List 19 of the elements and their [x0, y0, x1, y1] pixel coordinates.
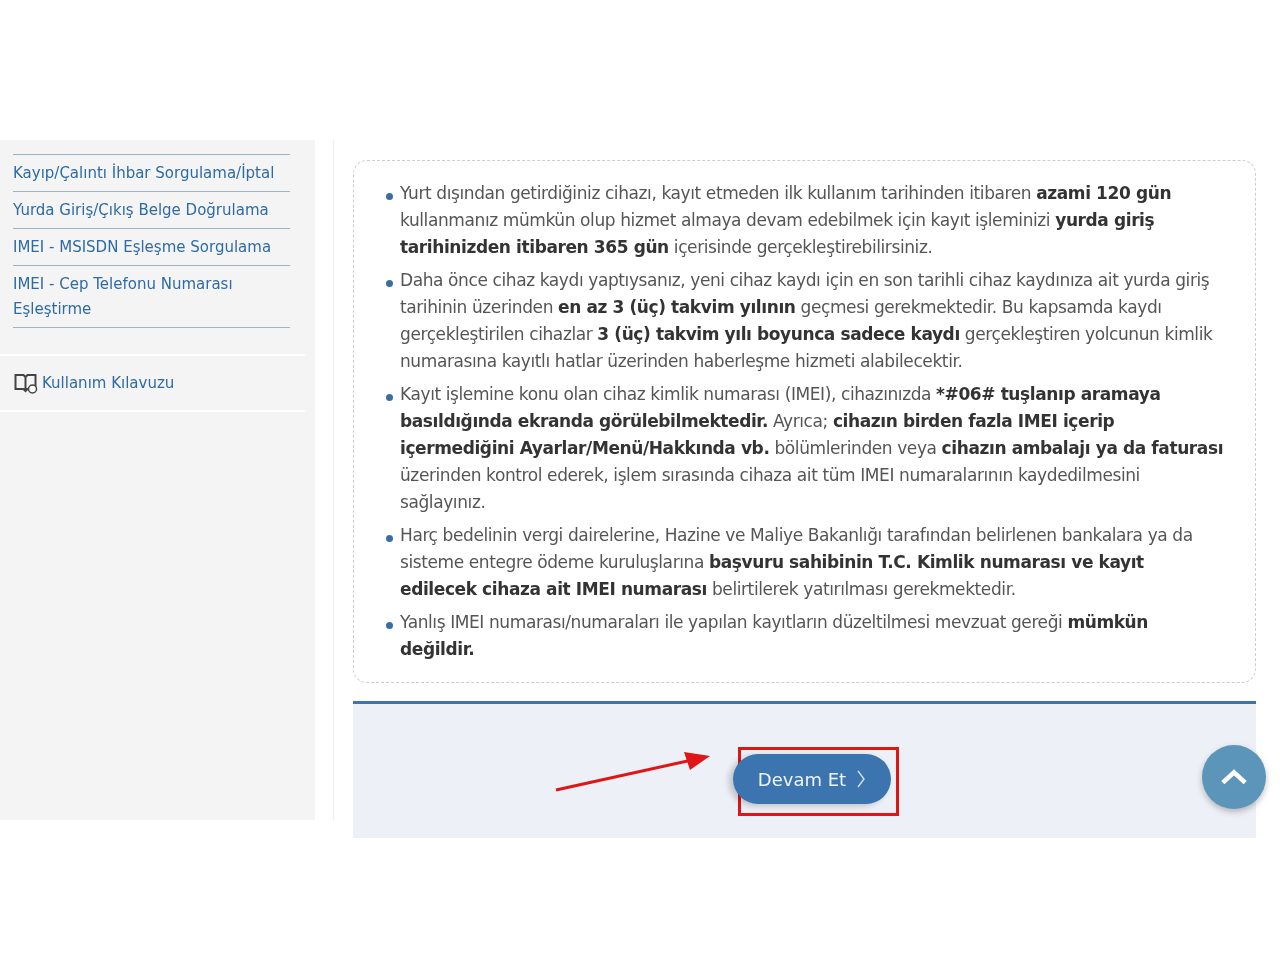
sidebar-link[interactable]: IMEI - MSISDN Eşleşme Sorgulama [13, 229, 290, 266]
chevron-icon [856, 769, 867, 789]
note-text: Harç bedelinin vergi dairelerine, Hazine ve Maliye Bakanlığı tarafından belirlenen bankalara ya da sisteme entegre ödeme kuruluşlarına başvuru sahibinin T.C. Kimlik numarası ve kayıt edilecek cihaza ait IMEI numarası belirtilerek yatırılması gerekmektedir. [400, 524, 1194, 601]
bullet-icon [386, 394, 393, 401]
note-text: Daha önce cihaz kaydı yaptıysanız, yeni cihaz kaydı için en son tarihli cihaz kaydınıza ait yurda giriş tarihinin üzerinden en az 3 (üç) takvim yılının geçmesi gerekmektedir. Bu kapsamda kaydı gerçekleştirilen cihazlar 3 (üç) takvim yılı boyunca sadece kaydı gerçekleştiren yolcunun kimlik numarasına kayıtlı hatlar üzerinden haberleşme hizmeti alabilecektir. [400, 269, 1214, 373]
book-icon [13, 372, 38, 394]
sidebar-link[interactable]: IMEI - Cep Telefonu Numarası Eşleştirme [13, 266, 290, 328]
sidebar-link[interactable]: Kayıp/Çalıntı İhbar Sorgulama/İptal [13, 155, 290, 192]
bullet-icon [386, 535, 393, 542]
sidebar-link[interactable]: Yurda Giriş/Çıkış Belge Doğrulama [13, 192, 290, 229]
continue-button[interactable]: Devam Et [733, 754, 891, 804]
note-text: Yurt dışından getirdiğiniz cihazı, kayıt etmeden ilk kullanım tarihinden itibaren azami 120 gün kullanmanız mümkün olup hizmet almaya devam edebilmek için kayıt işleminizi yurda giriş tarihinizden itibaren 365 gün içerisinde gerçekleştirebilirsiniz. [400, 182, 1173, 259]
guide-link[interactable]: Kullanım Kılavuzu [42, 374, 175, 392]
note-text: Yanlış IMEI numarası/numaraları ile yapılan kayıtların düzeltilmesi mevzuat gereği mümkün değildir. [400, 611, 1150, 661]
chevron-up-icon [1220, 767, 1248, 787]
bullet-icon [386, 193, 393, 200]
bullet-icon [386, 280, 393, 287]
bullet-icon [386, 622, 393, 629]
note-text: Kayıt işlemine konu olan cihaz kimlik numarası (IMEI), cihazınızda *#06# tuşlanıp aramaya basıldığında ekranda görülebilmektedir. Ayrıca; cihazın birden fazla IMEI içerip içermediğini Ayarlar/Menü/Hakkında vb. bölümlerinden veya cihazın ambalajı ya da faturası üzerinden kontrol ederek, işlem sırasında cihaza ait tüm IMEI numaralarının kaydedilmesini sağlayınız. [400, 383, 1225, 514]
